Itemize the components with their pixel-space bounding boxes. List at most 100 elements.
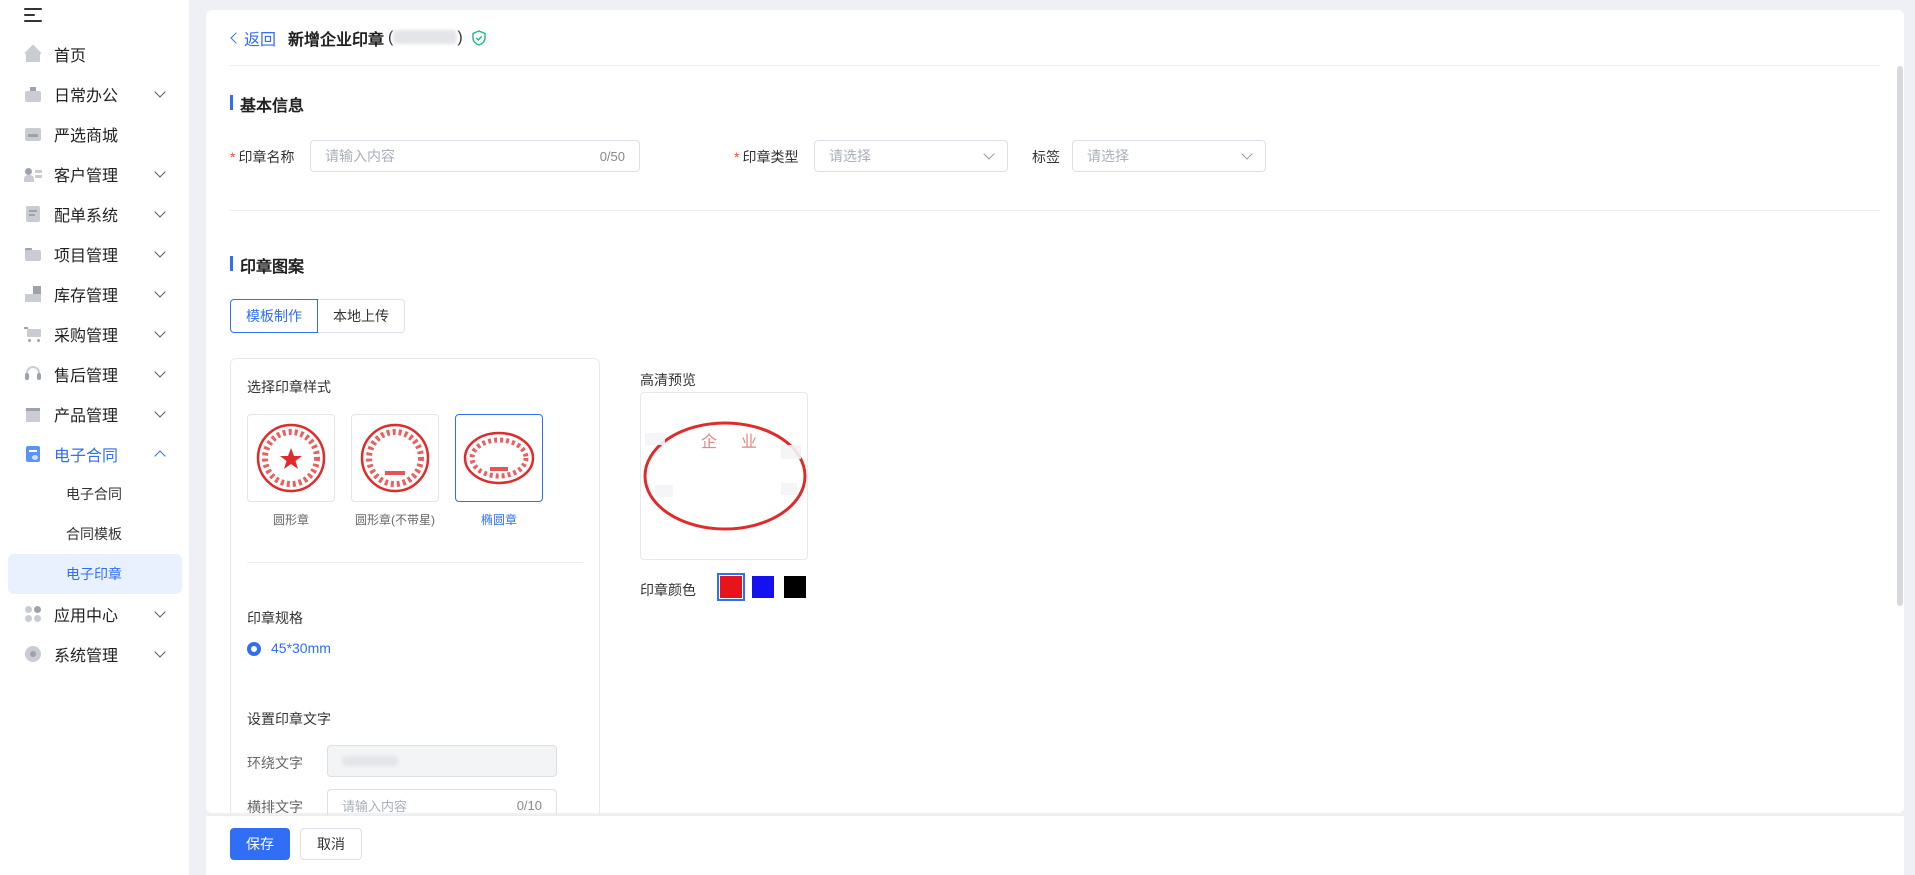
redacted-ring-text [342,756,398,766]
verified-shield-icon [471,29,486,46]
chevron-down-icon [154,366,166,378]
sidebar-item-app-center[interactable]: 应用中心 [0,594,190,634]
sidebar-menu: 首页 日常办公 严选商城 客户管理 配单系统 项目管理 库存管理 采购管理 售后… [0,34,190,674]
style-name-round-no-star: 圆形章(不带星) [355,513,435,527]
tag-select[interactable]: 请选择 [1072,140,1266,172]
sidebar-item-customer[interactable]: 客户管理 [0,154,190,194]
page-title: 新增企业印章 [288,31,385,49]
sidebar-item-label: 项目管理 [54,248,119,265]
sidebar-item-label: 严选商城 [54,128,119,145]
color-swatch-black[interactable] [784,576,806,598]
user-card-icon [24,165,42,183]
sidebar-item-e-contract[interactable]: 电子合同 [0,434,190,474]
chevron-down-icon [154,606,166,618]
chevron-down-icon [983,148,995,160]
tab-template[interactable]: 模板制作 [230,299,318,333]
ring-text-label: 环绕文字 [247,755,303,771]
main-content: 返回 新增企业印章 () 基本信息 * 印章名称 请输入内容 0/50 * 印章类型… [206,10,1904,828]
sidebar-item-label: 日常办公 [54,88,119,105]
sidebar-item-mall[interactable]: 严选商城 [0,114,190,154]
contract-icon [24,445,42,463]
style-card-oval[interactable] [455,414,543,502]
chevron-down-icon [154,406,166,418]
save-button[interactable]: 保存 [230,828,290,860]
seal-type-select[interactable]: 请选择 [814,140,1008,172]
briefcase-icon [24,85,42,103]
sidebar-item-label: 配单系统 [54,208,119,225]
sidebar-item-label: 售后管理 [54,368,119,385]
oval-seal-preview-icon: 企 业 [643,421,807,531]
cancel-button[interactable]: 取消 [300,828,362,860]
round-seal-no-star-thumbnail-icon [360,423,430,493]
page-header: 返回 新增企业印章 () [230,10,1880,66]
seal-name-count: 0/50 [599,148,625,164]
sidebar: 首页 日常办公 严选商城 客户管理 配单系统 项目管理 库存管理 采购管理 售后… [0,0,190,875]
preview-title: 高清预览 [640,372,696,388]
sidebar-item-after-sales[interactable]: 售后管理 [0,354,190,394]
horizontal-text-count: 0/10 [516,797,542,813]
scrollbar[interactable] [1897,66,1903,606]
package-icon [24,405,42,423]
color-swatch-red[interactable] [717,573,745,601]
settings-icon [24,645,42,663]
oval-seal-thumbnail-icon [463,431,535,485]
tab-local-upload[interactable]: 本地上传 [318,299,405,333]
sidebar-item-label: 客户管理 [54,168,119,185]
sidebar-item-system[interactable]: 系统管理 [0,634,190,674]
chevron-down-icon [154,166,166,178]
spec-radio[interactable] [247,642,261,656]
pattern-tabs: 模板制作 本地上传 [230,299,405,333]
seal-type-placeholder: 请选择 [829,148,871,164]
sidebar-item-inventory[interactable]: 库存管理 [0,274,190,314]
style-name-round: 圆形章 [272,513,309,527]
style-card-round-no-star[interactable] [351,414,439,502]
tag-label: 标签 [1032,149,1060,165]
section-title-pattern: 印章图案 [230,253,304,277]
menu-collapse-icon[interactable] [24,6,44,24]
ring-text-input[interactable] [327,745,557,777]
panel-divider [247,562,583,563]
sidebar-subitem-contract-template[interactable]: 合同模板 [0,514,190,554]
spec-value[interactable]: 45*30mm [271,640,331,656]
back-label: 返回 [244,31,277,49]
preview-char-2: 业 [741,432,757,451]
template-panel: 选择印章样式 圆形章 圆形章(不带星) 椭圆章 印章规格 45*30mm 设置印… [230,358,600,828]
chevron-up-icon [154,450,166,462]
paren-close: ) [457,28,463,46]
chevron-down-icon [154,206,166,218]
home-icon [24,44,42,63]
spec-label: 印章规格 [247,610,303,626]
seal-name-label: * 印章名称 [230,149,295,165]
sidebar-item-label: 应用中心 [54,608,119,625]
back-button[interactable]: 返回 [230,26,276,50]
apps-icon [24,605,42,623]
sidebar-item-daily-office[interactable]: 日常办公 [0,74,190,114]
page-title-company: () [388,29,463,47]
sidebar-item-label: 产品管理 [54,408,119,425]
sidebar-item-project[interactable]: 项目管理 [0,234,190,274]
sidebar-item-order-system[interactable]: 配单系统 [0,194,190,234]
color-swatch-blue[interactable] [752,576,774,598]
boxes-icon [24,285,42,303]
sidebar-item-label: 库存管理 [54,288,119,305]
style-card-round[interactable] [247,414,335,502]
horizontal-text-label: 横排文字 [247,799,303,815]
seal-type-label: * 印章类型 [734,149,799,165]
choose-style-label: 选择印章样式 [247,379,331,395]
sidebar-item-home[interactable]: 首页 [0,34,190,74]
folder-icon [24,245,42,263]
seal-name-input[interactable]: 请输入内容 0/50 [310,140,640,172]
sidebar-item-label: 首页 [54,48,87,65]
sidebar-item-label: 电子合同 [54,448,119,465]
document-icon [24,205,42,223]
sidebar-item-product[interactable]: 产品管理 [0,394,190,434]
chevron-down-icon [154,646,166,658]
tag-placeholder: 请选择 [1087,148,1129,164]
sidebar-item-purchase[interactable]: 采购管理 [0,314,190,354]
seal-color-label: 印章颜色 [640,582,696,598]
sidebar-subitem-e-seal[interactable]: 电子印章 [8,554,182,594]
sidebar-subitem-e-contract[interactable]: 电子合同 [0,474,190,514]
preview-char-1: 企 [701,432,717,451]
image-icon [24,125,42,143]
section-divider [230,210,1880,211]
